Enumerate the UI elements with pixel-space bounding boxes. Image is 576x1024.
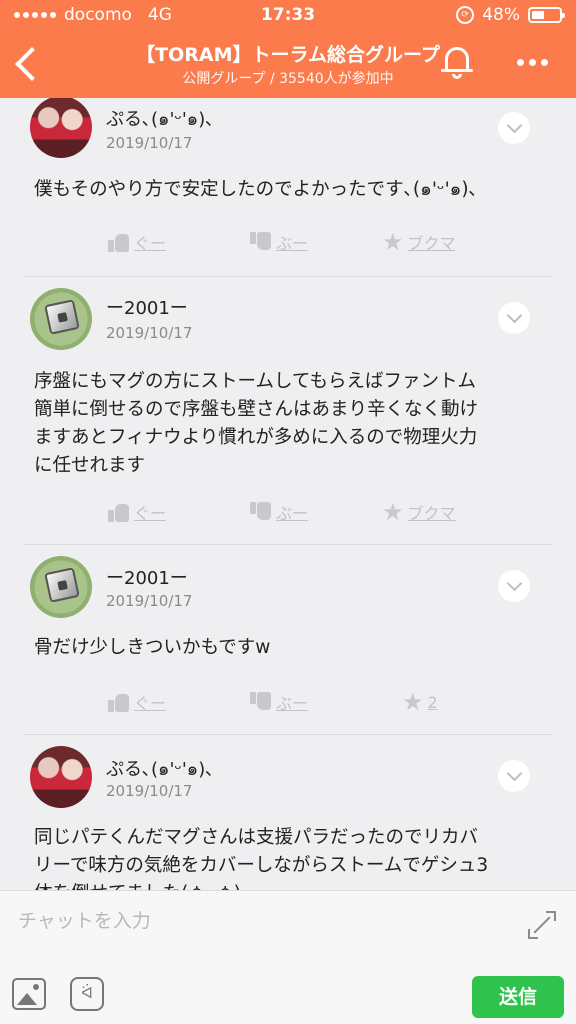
star-icon: ★ <box>402 688 424 716</box>
rotation-lock-icon: ⟳ <box>456 6 475 24</box>
post-actions: ぐー ぶー ★ ブクマ <box>24 230 552 260</box>
dislike-button[interactable]: ぶー <box>250 230 308 254</box>
star-icon: ★ <box>382 498 404 526</box>
thumbs-down-icon <box>250 232 272 252</box>
post-body: 序盤にもマグの方にストームしてもらえばファントム 簡単に倒せるので序盤も壁さんは… <box>34 371 479 476</box>
like-button[interactable]: ぐー <box>108 230 166 254</box>
avatar[interactable] <box>30 746 92 808</box>
chevron-down-icon[interactable] <box>498 112 530 144</box>
post-date: 2019/10/17 <box>106 134 193 152</box>
signal-icon <box>14 12 56 18</box>
post-date: 2019/10/17 <box>106 592 193 610</box>
avatar[interactable] <box>30 98 92 158</box>
post-author[interactable]: ぷる､(๑'ᵕ'๑)､ <box>106 754 214 783</box>
chevron-down-icon[interactable] <box>498 570 530 602</box>
sticker-icon[interactable]: ᐛ <box>70 977 104 1011</box>
like-button[interactable]: ぐー <box>108 690 166 714</box>
chat-composer: チャットを入力 ᐛ 送信 <box>0 890 576 1024</box>
post-author[interactable]: ー2001ー <box>106 294 188 320</box>
bookmark-button[interactable]: ★ ブクマ <box>382 230 456 254</box>
divider <box>24 276 552 277</box>
dislike-button[interactable]: ぶー <box>250 500 308 524</box>
battery-percent: 48% <box>482 5 520 25</box>
thumbs-up-icon <box>108 692 130 712</box>
battery-icon <box>528 7 565 23</box>
thumbs-up-icon <box>108 502 130 522</box>
bookmark-count-button[interactable]: ★ 2 <box>402 690 438 714</box>
chevron-down-icon[interactable] <box>498 302 530 334</box>
bookmark-button[interactable]: ★ ブクマ <box>382 500 456 524</box>
post-actions: ぐー ぶー ★ ブクマ <box>24 500 552 530</box>
post-author[interactable]: ぷる､(๑'ᵕ'๑)､ <box>106 104 214 133</box>
expand-icon[interactable] <box>528 911 556 939</box>
dislike-button[interactable]: ぶー <box>250 690 308 714</box>
image-icon[interactable] <box>12 978 46 1010</box>
chat-input[interactable]: チャットを入力 <box>18 903 498 939</box>
post-body: 僕もそのやり方で安定したのでよかったです､(๑'ᵕ'๑)､ <box>34 179 478 200</box>
network-type: 4G <box>147 5 172 25</box>
post-date: 2019/10/17 <box>106 324 193 342</box>
divider <box>24 544 552 545</box>
carrier: docomo <box>64 5 132 25</box>
post-body: 同じパテくんだマグさんは支援パラだったのでリカバ リーで味方の気絶をカバーしなが… <box>34 827 489 890</box>
thumbs-down-icon <box>250 692 272 712</box>
avatar[interactable] <box>30 288 92 350</box>
post-body: 骨だけ少しきついかもですw <box>34 637 271 658</box>
post-actions: ぐー ぶー ★ 2 <box>24 690 552 720</box>
star-icon: ★ <box>382 228 404 256</box>
status-bar: docomo 4G 17:33 ⟳ 48% <box>0 0 576 30</box>
post-author[interactable]: ー2001ー <box>106 564 188 590</box>
back-arrow-icon[interactable] <box>12 44 42 84</box>
post-date: 2019/10/17 <box>106 782 193 800</box>
group-subtitle: 公開グループ / 35540人が参加中 <box>182 71 394 87</box>
more-menu-icon[interactable] <box>517 59 548 66</box>
thumbs-down-icon <box>250 502 272 522</box>
send-button[interactable]: 送信 <box>472 976 564 1018</box>
divider <box>24 734 552 735</box>
bell-icon[interactable] <box>440 44 474 80</box>
chevron-down-icon[interactable] <box>498 760 530 792</box>
group-title[interactable]: 【TORAM】トーラム総合グループ <box>80 40 496 67</box>
message-feed[interactable]: ぷる､(๑'ᵕ'๑)､ 2019/10/17 僕もそのやり方で安定したのでよかっ… <box>0 98 576 890</box>
app-header: 【TORAM】トーラム総合グループ 公開グループ / 35540人が参加中 <box>0 30 576 98</box>
avatar[interactable] <box>30 556 92 618</box>
thumbs-up-icon <box>108 232 130 252</box>
like-button[interactable]: ぐー <box>108 500 166 524</box>
